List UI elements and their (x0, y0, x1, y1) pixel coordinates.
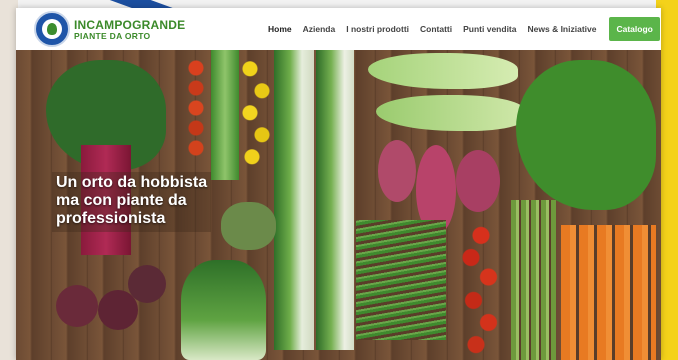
bok-choy-image (181, 260, 266, 360)
yellow-tomatoes-image (238, 60, 278, 170)
nav-news[interactable]: News & Iniziative (528, 24, 597, 34)
hero-line-2: ma con piante da (56, 192, 187, 209)
artichoke-image (221, 202, 276, 250)
sweet-potato-image (456, 150, 500, 212)
carrots-image (561, 225, 656, 360)
leek-image (274, 50, 314, 350)
nav-contatti[interactable]: Contatti (420, 24, 452, 34)
green-beans-image (356, 220, 446, 340)
hero-banner: Un orto da hobbista ma con piante da pro… (16, 50, 661, 360)
hero-headline: Un orto da hobbista ma con piante da pro… (52, 172, 212, 232)
hero-line-3: professionista (56, 210, 166, 227)
nav-punti-vendita[interactable]: Punti vendita (463, 24, 516, 34)
website-frame: INCAMPOGRANDE PIANTE DA ORTO Home Aziend… (16, 8, 661, 360)
catalog-button[interactable]: Catalogo (609, 17, 660, 41)
vine-tomatoes-image (456, 225, 506, 355)
spring-onions-image (211, 50, 239, 180)
lettuce-image (376, 95, 526, 131)
beet-root-image (56, 285, 98, 327)
nav-prodotti[interactable]: I nostri prodotti (346, 24, 409, 34)
nav-azienda[interactable]: Azienda (303, 24, 336, 34)
leek-image (316, 50, 354, 350)
carrot-tops-image (516, 60, 656, 210)
nav-home[interactable]: Home (268, 24, 292, 34)
site-header: INCAMPOGRANDE PIANTE DA ORTO Home Aziend… (16, 8, 661, 50)
asparagus-image (511, 200, 556, 360)
logo-badge-icon[interactable] (34, 11, 70, 47)
beet-root-image (128, 265, 166, 303)
cherry-tomatoes-image (184, 58, 208, 158)
lettuce-image (368, 53, 518, 89)
logo-subtitle[interactable]: PIANTE DA ORTO (74, 31, 150, 41)
hero-line-1: Un orto da hobbista (56, 174, 208, 191)
logo-title[interactable]: INCAMPOGRANDE (74, 18, 185, 32)
sweet-potato-image (378, 140, 416, 202)
main-nav: Home Azienda I nostri prodotti Contatti … (268, 8, 661, 50)
